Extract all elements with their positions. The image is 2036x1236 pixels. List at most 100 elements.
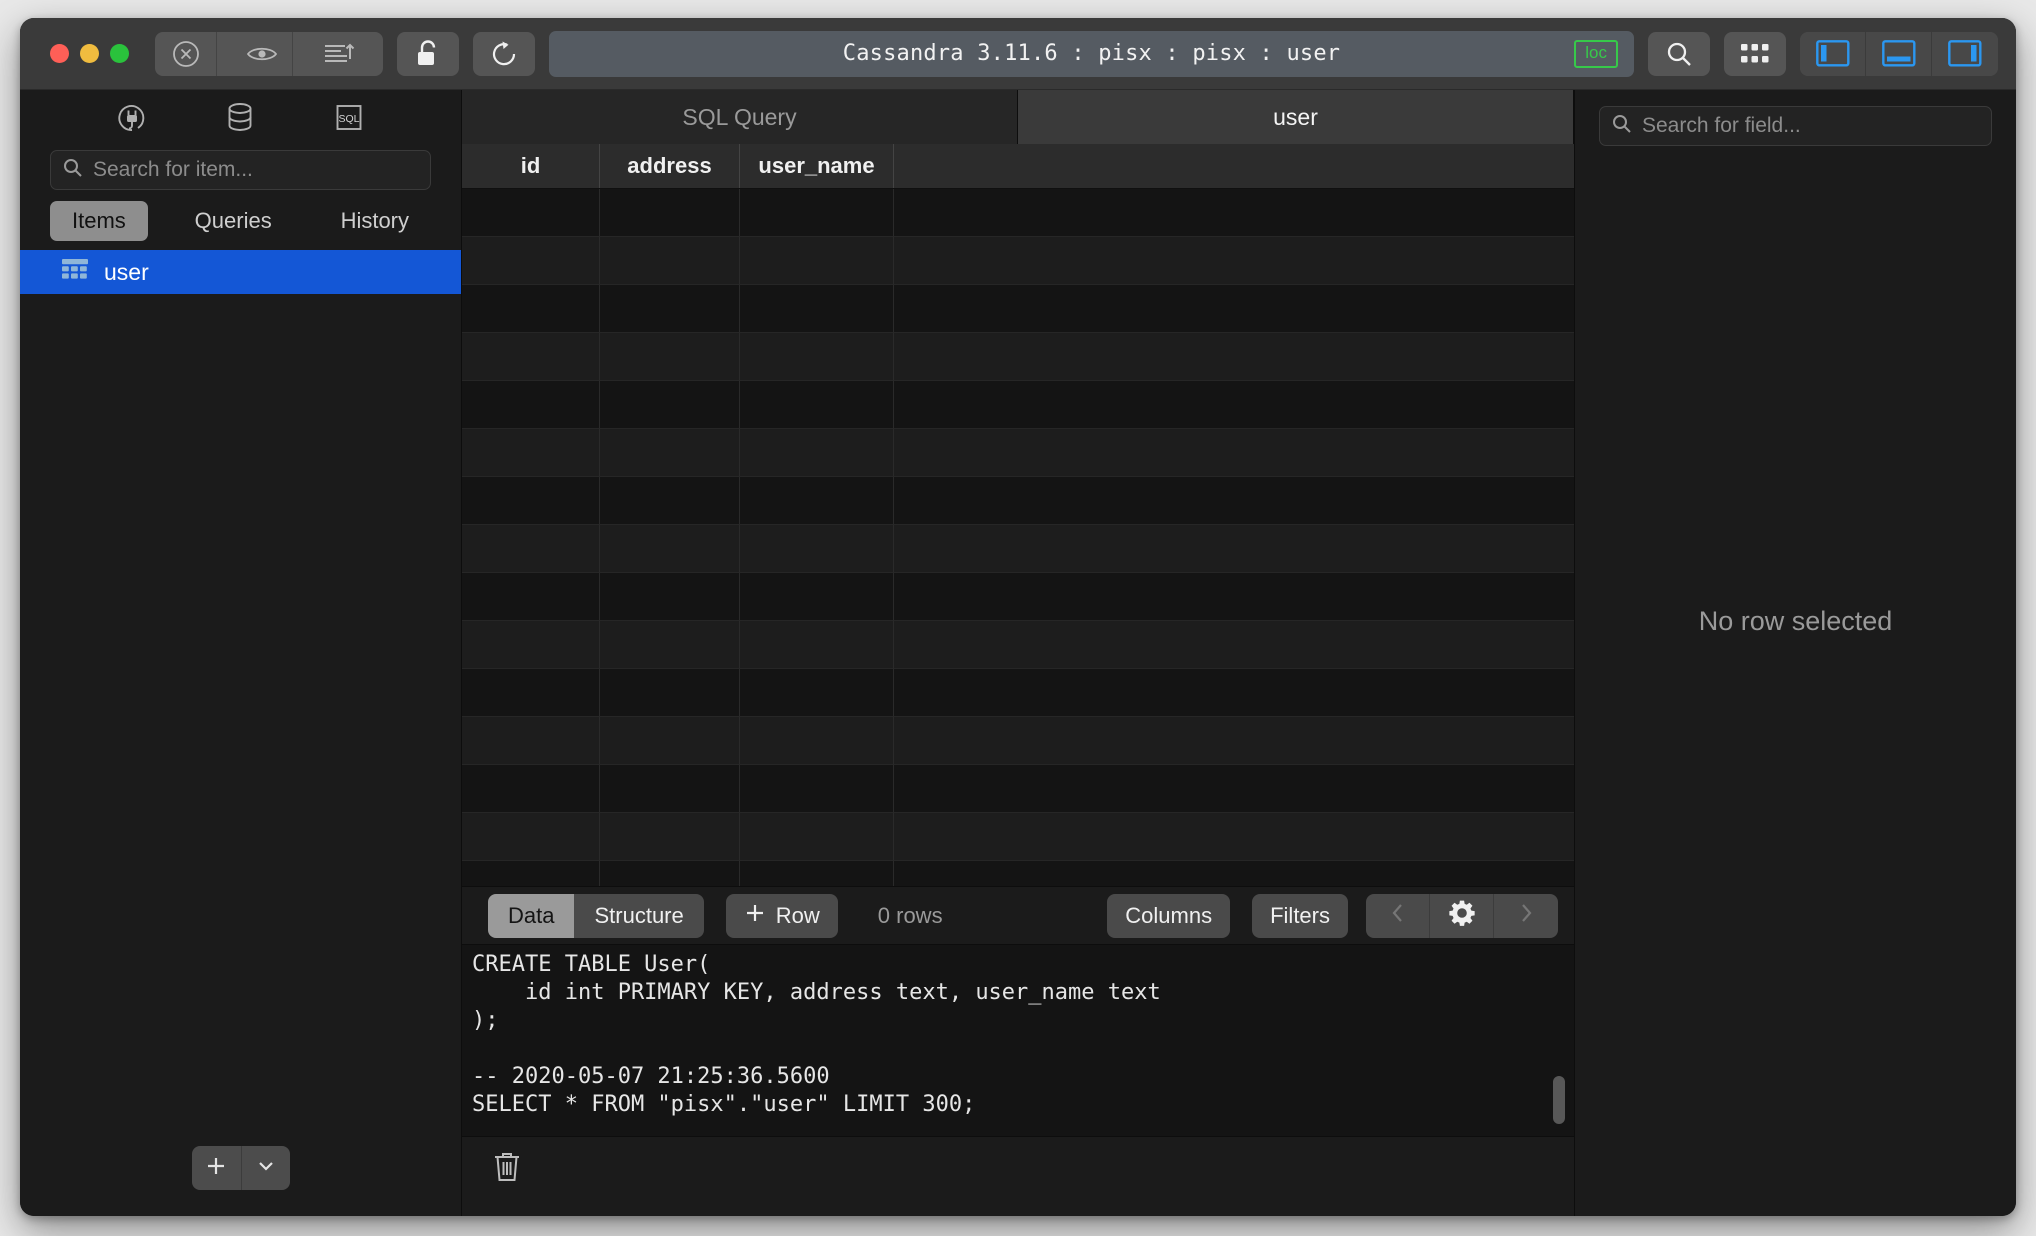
table-row[interactable] [462, 765, 1574, 813]
minimize-button[interactable] [80, 44, 99, 63]
apps-grid-button[interactable] [1724, 31, 1786, 76]
lock-button[interactable] [397, 31, 459, 76]
table-cell[interactable] [600, 765, 740, 813]
table-cell[interactable] [600, 573, 740, 621]
table-cell[interactable] [740, 765, 894, 813]
table-cell[interactable] [462, 573, 600, 621]
table-cell[interactable] [894, 477, 1574, 525]
table-cell[interactable] [600, 285, 740, 333]
sidebar-tab-queries[interactable]: Queries [173, 201, 294, 241]
table-cell[interactable] [894, 861, 1574, 886]
table-row[interactable] [462, 381, 1574, 429]
table-cell[interactable] [600, 189, 740, 237]
table-row[interactable] [462, 429, 1574, 477]
table-cell[interactable] [740, 573, 894, 621]
view-mode-structure[interactable]: Structure [574, 893, 704, 938]
column-header-address[interactable]: address [600, 144, 740, 188]
table-cell[interactable] [600, 717, 740, 765]
table-cell[interactable] [740, 621, 894, 669]
table-cell[interactable] [894, 573, 1574, 621]
sql-console[interactable]: CREATE TABLE User( id int PRIMARY KEY, a… [462, 944, 1574, 1136]
table-row[interactable] [462, 477, 1574, 525]
table-cell[interactable] [894, 525, 1574, 573]
sidebar-tab-history[interactable]: History [319, 201, 431, 241]
column-header-user_name[interactable]: user_name [740, 144, 894, 188]
console-scrollbar-thumb[interactable] [1553, 1076, 1565, 1124]
field-search-input[interactable] [1642, 114, 1980, 138]
window-title-field[interactable]: Cassandra 3.11.6 : pisx : pisx : user lo… [549, 30, 1634, 77]
table-cell[interactable] [462, 861, 600, 886]
table-cell[interactable] [462, 765, 600, 813]
filters-button[interactable]: Filters [1252, 893, 1348, 938]
add-row-button[interactable]: Row [725, 893, 838, 938]
preview-button[interactable] [231, 31, 293, 76]
table-cell[interactable] [740, 861, 894, 886]
table-cell[interactable] [740, 717, 894, 765]
field-search-box[interactable] [1599, 106, 1992, 146]
table-cell[interactable] [894, 429, 1574, 477]
columns-button[interactable]: Columns [1107, 893, 1231, 938]
table-cell[interactable] [462, 813, 600, 861]
table-cell[interactable] [740, 333, 894, 381]
table-cell[interactable] [600, 861, 740, 886]
tab-user[interactable]: user [1018, 90, 1574, 144]
table-cell[interactable] [600, 477, 740, 525]
table-cell[interactable] [894, 669, 1574, 717]
table-cell[interactable] [462, 477, 600, 525]
table-row[interactable] [462, 621, 1574, 669]
trash-icon[interactable] [490, 1149, 524, 1190]
table-cell[interactable] [462, 381, 600, 429]
table-row[interactable] [462, 333, 1574, 381]
table-cell[interactable] [462, 621, 600, 669]
table-cell[interactable] [740, 381, 894, 429]
table-cell[interactable] [740, 813, 894, 861]
table-cell[interactable] [462, 189, 600, 237]
table-row[interactable] [462, 717, 1574, 765]
search-button[interactable] [1648, 31, 1710, 76]
table-cell[interactable] [894, 621, 1574, 669]
table-cell[interactable] [894, 237, 1574, 285]
view-mode-data[interactable]: Data [488, 893, 575, 938]
table-body[interactable] [462, 189, 1574, 886]
table-cell[interactable] [894, 717, 1574, 765]
zoom-button[interactable] [110, 44, 129, 63]
table-cell[interactable] [740, 429, 894, 477]
sort-export-button[interactable] [307, 32, 369, 76]
prev-page-button[interactable] [1366, 893, 1430, 938]
table-cell[interactable] [740, 525, 894, 573]
table-cell[interactable] [600, 333, 740, 381]
table-cell[interactable] [600, 237, 740, 285]
table-cell[interactable] [894, 813, 1574, 861]
tab-sql-query[interactable]: SQL Query [462, 90, 1018, 144]
table-row[interactable] [462, 285, 1574, 333]
table-cell[interactable] [462, 669, 600, 717]
toggle-bottom-panel-button[interactable] [1866, 31, 1932, 76]
table-cell[interactable] [894, 765, 1574, 813]
table-cell[interactable] [462, 429, 600, 477]
table-cell[interactable] [894, 333, 1574, 381]
table-cell[interactable] [600, 381, 740, 429]
sidebar-item-user[interactable]: user [20, 250, 461, 294]
toggle-right-panel-button[interactable] [1932, 31, 1998, 76]
sidebar-tab-items[interactable]: Items [50, 201, 148, 241]
table-cell[interactable] [600, 813, 740, 861]
sidebar-search-box[interactable] [50, 150, 431, 190]
close-button[interactable] [50, 44, 69, 63]
sidebar-database-button[interactable] [217, 98, 263, 140]
table-cell[interactable] [462, 525, 600, 573]
table-row[interactable] [462, 573, 1574, 621]
table-cell[interactable] [600, 621, 740, 669]
table-row[interactable] [462, 861, 1574, 886]
search-input[interactable] [93, 158, 419, 182]
table-cell[interactable] [600, 669, 740, 717]
table-cell[interactable] [462, 717, 600, 765]
console-scrollbar[interactable] [1552, 949, 1566, 1132]
table-cell[interactable] [894, 285, 1574, 333]
table-cell[interactable] [740, 669, 894, 717]
settings-button[interactable] [1430, 893, 1494, 938]
sidebar-sql-button[interactable]: SQL [326, 98, 372, 140]
refresh-button[interactable] [473, 31, 535, 76]
table-row[interactable] [462, 525, 1574, 573]
add-item-dropdown-button[interactable] [242, 1146, 290, 1190]
table-row[interactable] [462, 669, 1574, 717]
